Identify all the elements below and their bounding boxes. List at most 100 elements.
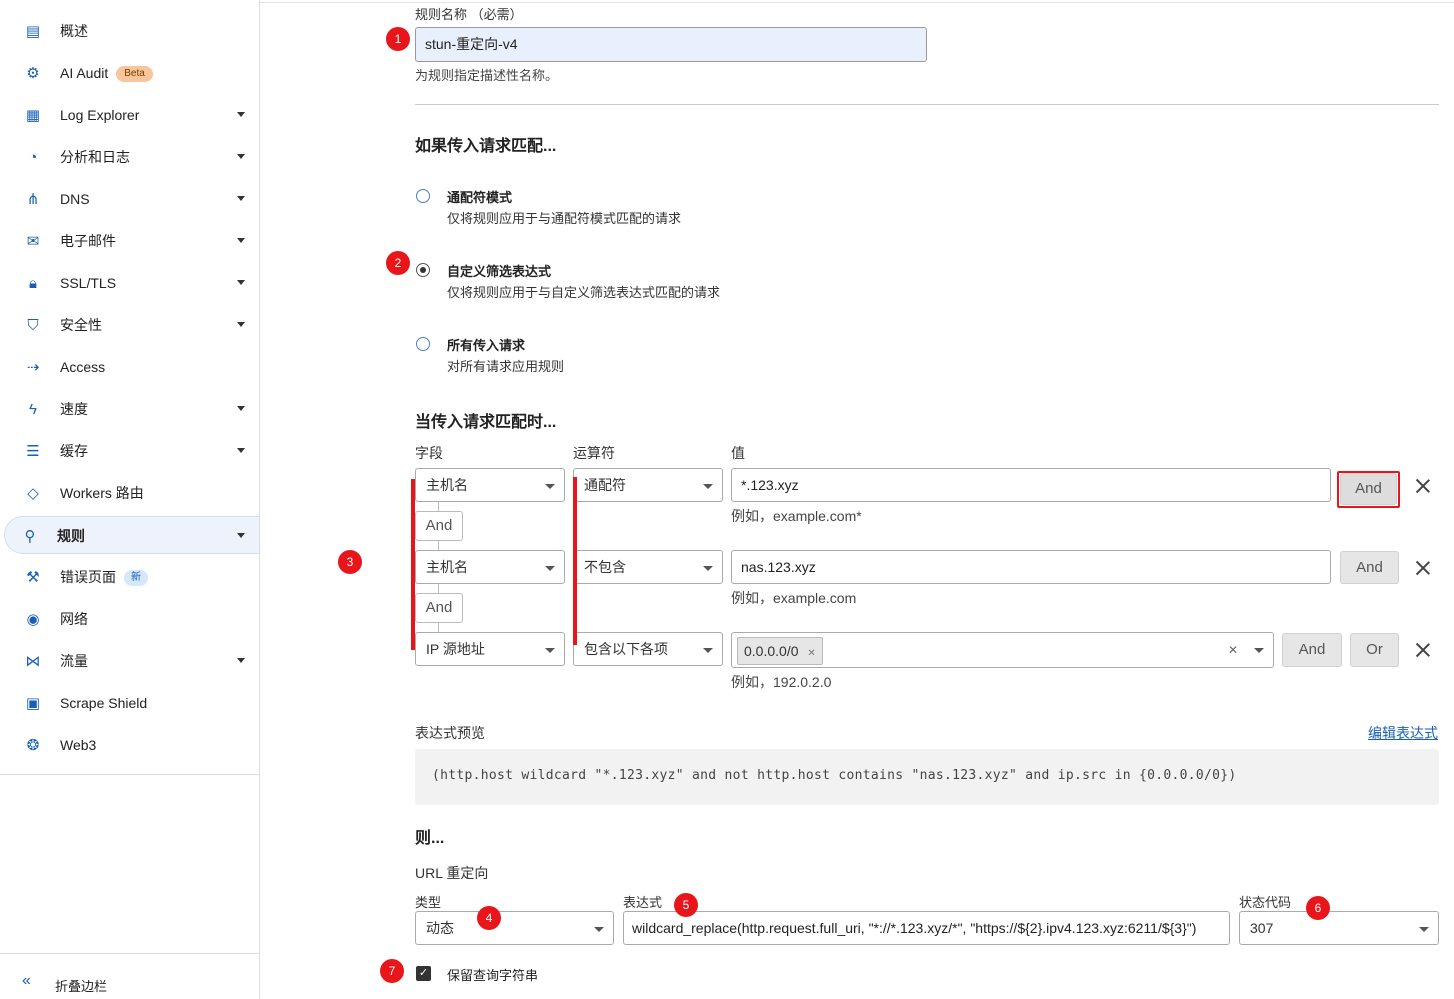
close-icon[interactable] (1415, 560, 1431, 576)
type-select-value: 动态 (426, 920, 454, 936)
operator-select-value: 包含以下各项 (584, 641, 668, 657)
edit-expression-link[interactable]: 编辑表达式 (1368, 723, 1438, 743)
sidebar-item-label: 错误页面新 (60, 558, 148, 596)
rule-name-input[interactable]: stun-重定向-v4 (415, 27, 927, 62)
field-select[interactable]: 主机名 (415, 550, 565, 584)
operator-select[interactable]: 包含以下各项 (573, 632, 723, 666)
sidebar-item-text: 安全性 (60, 317, 102, 333)
and-connector-button[interactable]: And (415, 511, 463, 541)
radio-all-requests[interactable] (416, 337, 430, 351)
sidebar-item-label: 网络 (60, 600, 88, 638)
status-code-select[interactable]: 307 (1239, 911, 1439, 945)
sidebar-item-text: SSL/TLS (60, 275, 117, 291)
cache-stack-icon: ☰ (26, 443, 40, 460)
and-connector-button[interactable]: And (415, 593, 463, 623)
value-tag-text: 0.0.0.0/0 (744, 643, 799, 659)
sidebar-item[interactable]: ⛉ 安全性 (8, 306, 259, 344)
sidebar-item-label: Workers 路由 (60, 474, 144, 512)
value-input[interactable]: *.123.xyz (731, 468, 1331, 502)
collapse-sidebar-button[interactable]: « 折叠边栏 (0, 966, 259, 999)
chevron-down-icon (237, 658, 245, 663)
field-select[interactable]: 主机名 (415, 468, 565, 502)
chevron-down-icon (237, 196, 245, 201)
field-select-value: 主机名 (426, 477, 468, 493)
sidebar-badge: Beta (116, 66, 153, 83)
column-header-operator: 运算符 (573, 445, 615, 461)
option-desc: 仅将规则应用于与通配符模式匹配的请求 (447, 211, 682, 226)
redirect-expression-input[interactable]: wildcard_replace(http.request.full_uri, … (623, 911, 1230, 945)
sidebar-item[interactable]: ⚒ 错误页面新 (8, 558, 259, 596)
annotation-marker: 7 (380, 959, 404, 983)
column-header-field: 字段 (415, 445, 443, 461)
sidebar-item[interactable]: ❂ Web3 (8, 726, 259, 764)
value-input[interactable]: nas.123.xyz (731, 550, 1331, 584)
sidebar-item[interactable]: ◉ 网络 (8, 600, 259, 638)
email-icon: ✉ (26, 233, 40, 250)
chevron-down-icon (545, 484, 555, 489)
workers-icon: ◇ (27, 485, 39, 502)
section-divider (415, 104, 1439, 105)
sidebar-item[interactable]: ☰ 缓存 (8, 432, 259, 470)
radio-custom-expression[interactable] (416, 263, 430, 277)
clear-icon[interactable]: ✕ (1228, 643, 1238, 657)
sidebar-item[interactable]: ⚲ 规则 (4, 516, 259, 554)
sidebar-item-label: 分析和日志 (60, 138, 130, 176)
sidebar-badge: 新 (124, 570, 148, 587)
and-button[interactable]: And (1282, 633, 1342, 667)
operator-select[interactable]: 通配符 (573, 468, 723, 502)
chevron-down-icon (237, 280, 245, 285)
value-example: 例如，192.0.2.0 (731, 674, 832, 690)
sidebar-item-text: Access (60, 359, 106, 375)
sidebar-item-text: AI Audit (60, 65, 109, 81)
option-title: 自定义筛选表达式 (447, 264, 552, 279)
expression-label: 表达式 (623, 895, 663, 910)
radio-wildcard[interactable] (416, 189, 430, 203)
sidebar-item[interactable]: ⚙ AI Audit Beta (8, 54, 259, 92)
lock-icon: 🔒︎ (29, 275, 37, 292)
rule-name-label: 规则名称 （必需） (415, 7, 523, 22)
sidebar-item[interactable]: ▤ 概述 (8, 12, 259, 50)
action-label: URL 重定向 (415, 865, 489, 881)
sidebar-item[interactable]: ϟ 速度 (8, 390, 259, 428)
chevron-down-icon (594, 927, 604, 932)
chevron-down-icon (703, 566, 713, 571)
sidebar-item[interactable]: ◔ 分析和日志 (8, 138, 259, 176)
status-code-value: 307 (1250, 920, 1274, 936)
sidebar-item[interactable]: 🔒︎ SSL/TLS (8, 264, 259, 302)
sidebar-item[interactable]: ⋈ 流量 (8, 642, 259, 680)
sidebar-item-text: Log Explorer (60, 107, 140, 123)
close-icon[interactable] (1415, 642, 1431, 658)
chevron-down-icon (237, 112, 245, 117)
chevron-down-icon (703, 648, 713, 653)
chevron-down-icon (237, 322, 245, 327)
sidebar-item-text: Workers 路由 (60, 485, 144, 501)
and-button[interactable]: And (1340, 551, 1399, 584)
pie-chart-icon: ◔ (28, 149, 38, 166)
option-title: 通配符模式 (447, 190, 513, 205)
field-select[interactable]: IP 源地址 (415, 632, 565, 666)
operator-select[interactable]: 不包含 (573, 550, 723, 584)
double-chevron-left-icon: « (22, 972, 31, 989)
and-button[interactable]: And (1340, 473, 1397, 505)
value-example: 例如，example.com (731, 590, 857, 606)
sidebar: ▤ 概述 ⚙ AI Audit Beta ▦ Log Explorer ◔ 分析和日志 ⋔ DNS ✉… (0, 0, 260, 999)
sidebar-item[interactable]: ◇ Workers 路由 (8, 474, 259, 512)
top-border (259, 2, 1454, 3)
sidebar-item[interactable]: ✉ 电子邮件 (8, 222, 259, 260)
preserve-query-checkbox[interactable]: ✓ (416, 966, 431, 981)
sidebar-item[interactable]: ▦ Log Explorer (8, 96, 259, 134)
field-select-value: 主机名 (426, 559, 468, 575)
annotation-marker: 3 (338, 550, 362, 574)
type-select[interactable]: 动态 (415, 911, 614, 945)
sidebar-item-label: 规则 (57, 517, 85, 555)
sidebar-item[interactable]: ▣ Scrape Shield (8, 684, 259, 722)
close-icon[interactable] (1415, 478, 1431, 494)
expression-preview-label: 表达式预览 (415, 725, 485, 741)
match-section-title: 如果传入请求匹配... (415, 138, 557, 155)
dns-network-icon: ⋔ (26, 191, 40, 208)
value-multiselect[interactable]: 0.0.0.0/0 ✕ ✕ (731, 632, 1274, 668)
tag-remove-icon[interactable]: ✕ (807, 648, 815, 659)
sidebar-item[interactable]: ⋔ DNS (8, 180, 259, 218)
sidebar-item[interactable]: ⇢ Access (8, 348, 259, 386)
or-button[interactable]: Or (1350, 633, 1399, 667)
